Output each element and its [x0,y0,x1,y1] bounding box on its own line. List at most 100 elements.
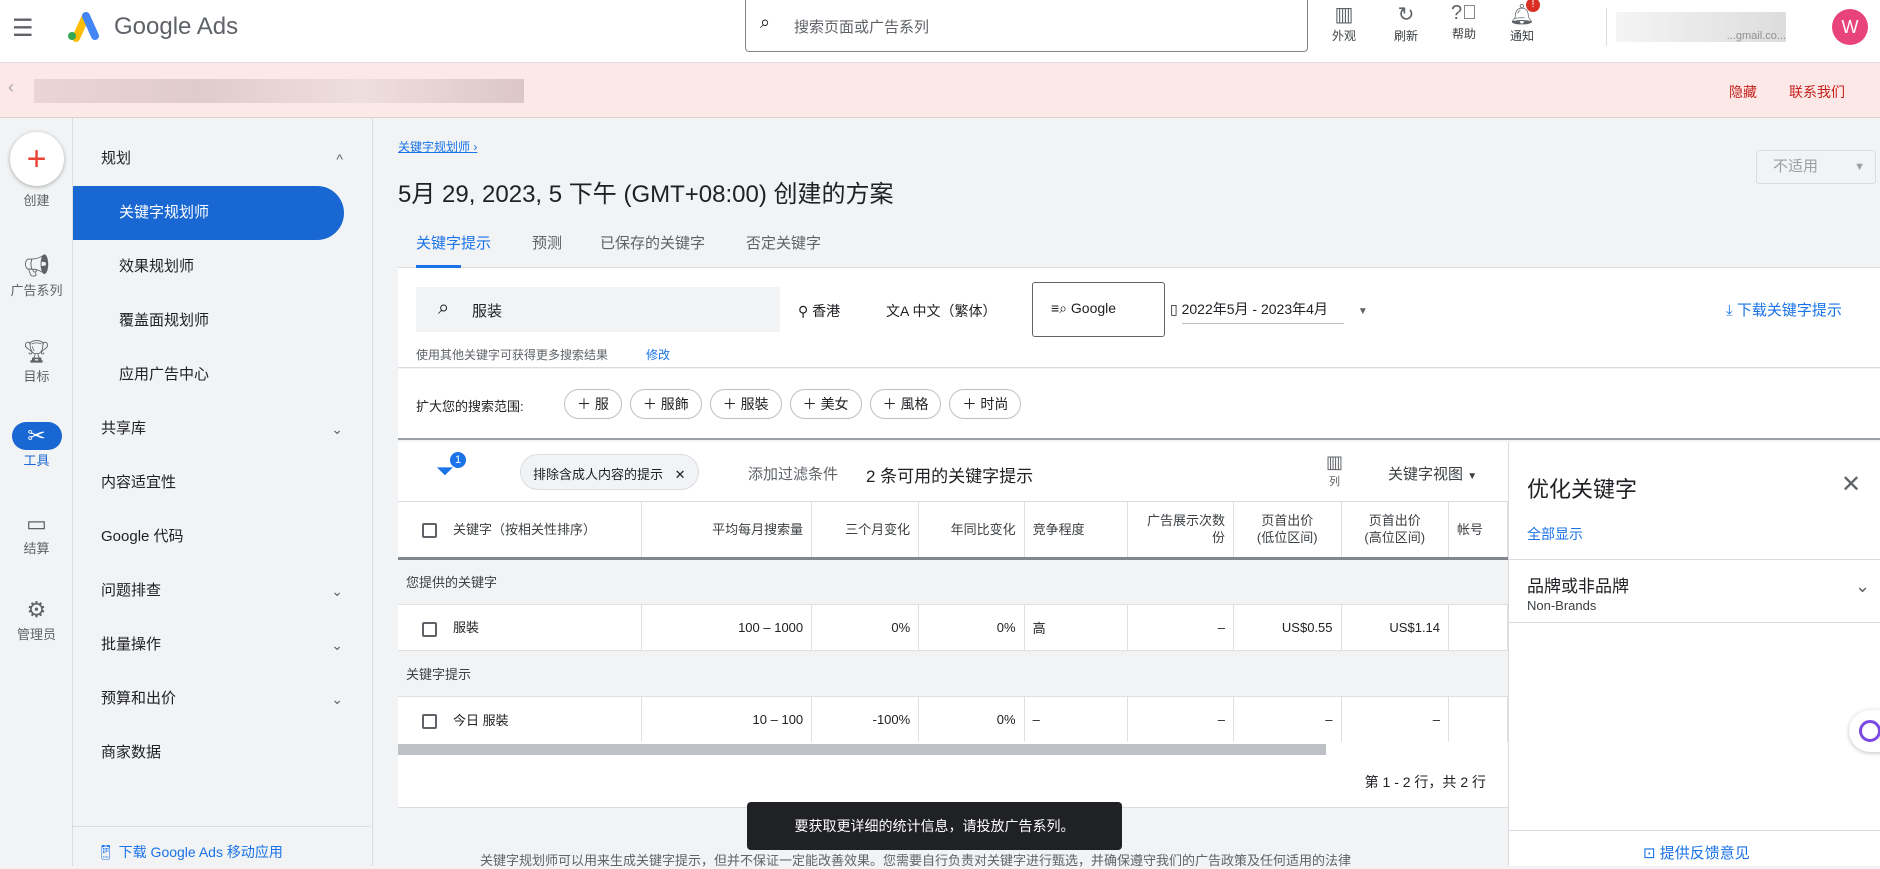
nav-reach-planner[interactable]: 覆盖面规划师 [73,294,363,348]
rail-campaigns[interactable]: 📢︎ 广告系列 [0,252,73,299]
brand-filter-section[interactable]: 品牌或非品牌 Non-Brands ⌄ [1509,559,1880,623]
rail-goals[interactable]: 🏆︎ 目标 [0,338,73,385]
search-settings: ⌕ 服装 ⚲ 香港 文A 中文（繁体） ≡⌕ Google ▯ 2022年5月 … [398,268,1880,368]
search-box[interactable]: ⌕ 搜索页面或广告系列 [745,0,1308,52]
chevron-down-icon: ⌄ [331,421,343,437]
chevron-up-icon: ^ [336,151,343,167]
nav-bulk-actions[interactable]: 批量操作 ⌄ [73,618,363,672]
table-row[interactable]: 服裝 100 – 1000 0% 0% 高 – US$0.55 US$1.14 [398,603,1508,650]
tab-forecast[interactable]: 预测 [532,232,562,253]
breadcrumb[interactable]: 关键字规划师 › [398,138,477,155]
broaden-chips: ＋ 服＋ 服飾＋ 服裝＋ 美女＋ 風格＋ 时尚 [564,389,1029,419]
refine-keywords-panel: 优化关键字 ✕ 全部显示 品牌或非品牌 Non-Brands ⌄ ⊡ 提供反馈意… [1508,442,1880,866]
location-pin-icon: ⚲ [798,303,813,319]
show-all-link[interactable]: 全部显示 [1527,524,1583,544]
location-selector[interactable]: ⚲ 香港 [798,301,840,321]
nav-app-center[interactable]: 应用广告中心 [73,348,363,402]
download-icon: ⤓ [1726,302,1737,319]
tab-negative-keywords[interactable]: 否定关键字 [746,232,821,253]
rail-create[interactable]: + 创建 [0,132,73,209]
nav-business-data[interactable]: 商家数据 [73,726,363,780]
google-ads-logo-icon [68,12,99,42]
plus-icon: + [9,132,64,186]
help-button[interactable]: ?⃝ 帮助 [1438,2,1490,42]
columns-icon: ▥ [1326,452,1344,472]
divider [73,826,370,827]
date-range-selector[interactable]: ▯ 2022年5月 - 2023年4月 ▼ [1170,299,1368,324]
broaden-chip[interactable]: ＋ 服 [564,389,622,419]
download-keyword-ideas-button[interactable]: ⤓ 下载关键字提示 [1726,299,1842,320]
hint-text: 使用其他关键字可获得更多搜索结果 [416,348,609,362]
broaden-chip[interactable]: ＋ 風格 [869,389,942,419]
horizontal-scrollbar[interactable] [398,744,1326,755]
translate-icon: 文A [886,303,913,319]
nav-google-tag[interactable]: Google 代码 [73,510,363,564]
tab-keyword-ideas[interactable]: 关键字提示 [416,232,491,253]
broaden-chip[interactable]: ＋ 美女 [789,389,862,419]
nav-planning[interactable]: 规划 ^ [73,132,363,186]
close-icon[interactable]: ✕ [1841,470,1861,499]
contact-link[interactable]: 联系我们 [1789,82,1845,102]
tab-saved-keywords[interactable]: 已保存的关键字 [600,232,705,253]
columns-button[interactable]: ▥ 列 [1326,452,1343,489]
add-filter-button[interactable]: 添加过滤条件 [748,463,838,484]
download-app-link[interactable]: 📱︎ 下载 Google Ads 移动应用 [97,842,283,862]
col-yoy-change[interactable]: 年同比变化 [918,502,1025,558]
chevron-left-icon[interactable]: ‹ [8,77,14,98]
avatar[interactable]: W [1832,9,1868,45]
tools-nav: 规划 ^ 关键字规划师 效果规划师 覆盖面规划师 应用广告中心 共享库 ⌄ 内容适宜… [73,118,373,866]
language-selector[interactable]: 文A 中文（繁体） [886,301,996,321]
col-keyword[interactable]: 关键字（按相关性排序） [453,522,596,537]
close-icon[interactable]: ✕ [675,467,686,482]
broaden-search: 扩大您的搜索范围: ＋ 服＋ 服飾＋ 服裝＋ 美女＋ 風格＋ 时尚 [398,369,1880,440]
assistant-bubble-icon[interactable] [1849,710,1880,752]
pagination-text: 第 1 - 2 行，共 2 行 [1364,774,1486,790]
nav-budgets-bids[interactable]: 预算和出价 ⌄ [73,672,363,726]
col-competition[interactable]: 竞争程度 [1024,502,1128,558]
rail-admin[interactable]: ⚙ 管理员 [0,596,73,643]
not-applicable-dropdown[interactable]: 不适用 ▼ [1756,150,1876,184]
broaden-chip[interactable]: ＋ 时尚 [949,389,1022,419]
search-icon: ⌕ [760,12,771,32]
search-icon: ⌕ [438,297,450,319]
filter-chip[interactable]: 排除含成人内容的提示 ✕ [520,454,699,490]
col-bid-high[interactable]: 页首出价 (高位区间) [1341,502,1450,558]
nav-troubleshooting[interactable]: 问题排查 ⌄ [73,564,363,618]
tabs: 关键字提示 预测 已保存的关键字 否定关键字 [398,228,1880,268]
row-checkbox[interactable] [422,713,437,729]
col-avg-searches[interactable]: 平均每月搜索量 [641,502,813,558]
broaden-chip[interactable]: ＋ 服裝 [709,389,782,419]
top-bar: ☰ Google Ads ⌕ 搜索页面或广告系列 ▥ 外观 ↻ 刷新 ?⃝ 帮助 🔔︎… [0,0,1880,63]
nav-content-suitability[interactable]: 内容适宜性 [73,456,363,510]
feedback-icon: ⊡ [1643,845,1660,862]
nav-performance-planner[interactable]: 效果规划师 [73,240,363,294]
select-all-checkbox[interactable] [422,522,437,538]
network-selector[interactable]: ≡⌕ Google [1032,282,1165,337]
snackbar-toast: 要获取更详细的统计信息，请投放广告系列。 [747,802,1122,850]
trophy-icon: 🏆︎ [22,339,51,364]
account-blurred: ...gmail.co... [1616,12,1786,42]
col-three-month-change[interactable]: 三个月变化 [811,502,920,558]
col-account[interactable]: 帐号 [1448,502,1508,558]
col-impression-share[interactable]: 广告展示次数份 [1127,502,1235,558]
modify-link[interactable]: 修改 [646,346,670,363]
row-checkbox[interactable] [422,621,437,637]
keyword-search-input[interactable]: ⌕ 服装 [416,287,780,332]
broaden-chip[interactable]: ＋ 服飾 [629,389,702,419]
refresh-button[interactable]: ↻ 刷新 [1380,2,1432,44]
chevron-down-icon: ⌄ [331,637,343,653]
notifications-button[interactable]: 🔔︎ 通知 ! [1496,0,1548,44]
keyword-view-dropdown[interactable]: 关键字视图 ▼ [1388,463,1477,484]
col-bid-low[interactable]: 页首出价 (低位区间) [1233,502,1342,558]
hide-link[interactable]: 隐藏 [1729,82,1757,102]
chevron-down-icon: ⌄ [331,691,343,707]
appearance-button[interactable]: ▥ 外观 [1318,2,1370,44]
rail-tools[interactable]: ✂︎ 工具 [0,422,73,469]
rail-billing[interactable]: ▭ 结算 [0,510,73,557]
table-row[interactable]: 今日 服裝 10 – 100 -100% 0% – – – – [398,695,1508,742]
nav-keyword-planner[interactable]: 关键字规划师 [73,186,344,240]
feedback-button[interactable]: ⊡ 提供反馈意见 [1643,842,1750,863]
nav-shared-library[interactable]: 共享库 ⌄ [73,402,363,456]
menu-icon[interactable]: ☰ [12,14,34,43]
gear-icon: ⚙ [26,597,47,622]
